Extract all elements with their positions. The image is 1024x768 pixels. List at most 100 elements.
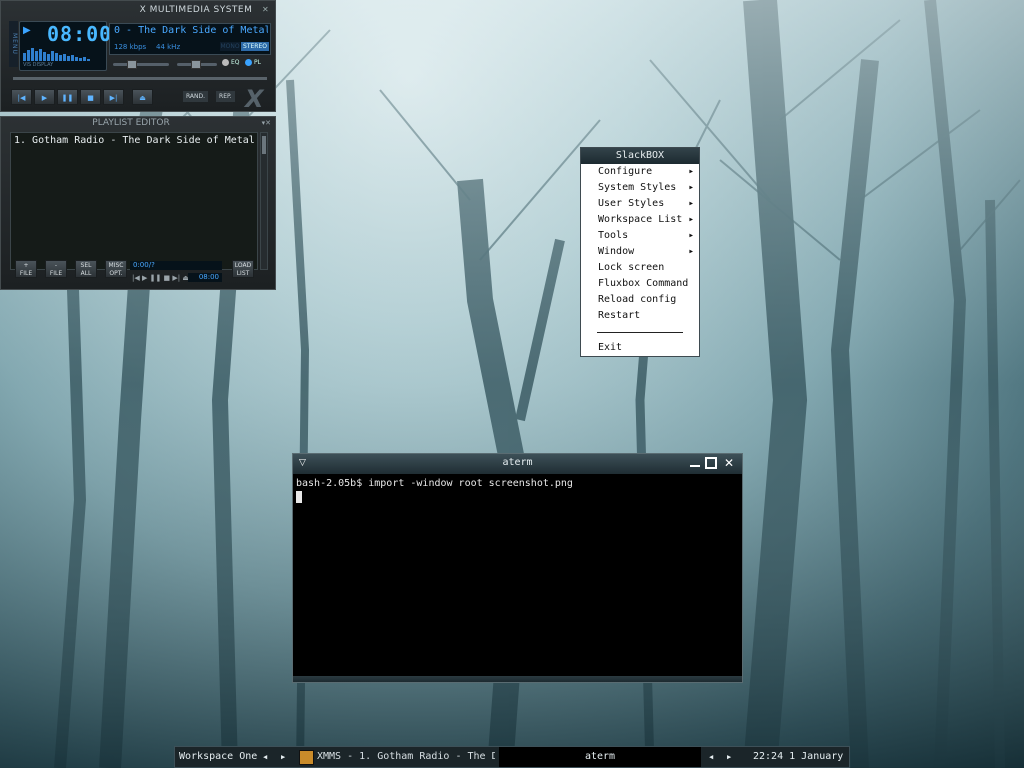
focused-window-label[interactable]: aterm (499, 747, 701, 767)
spectrum-visualizer[interactable] (23, 45, 101, 61)
shuffle-repeat: RAND. REP. (183, 91, 243, 102)
misc-options-button[interactable]: MISC OPT. (105, 260, 127, 278)
xmms-menu-tab[interactable]: MENU (9, 21, 18, 67)
menu-item-reload-config[interactable]: Reload config (581, 292, 699, 308)
scroll-thumb[interactable] (262, 136, 266, 154)
stop-button[interactable]: ■ (80, 89, 101, 105)
menu-item-label: Restart (598, 310, 641, 321)
menu-item-system-styles[interactable]: System Styles ▶ (581, 180, 699, 196)
pl-led-icon (245, 59, 252, 66)
minimize-icon[interactable] (690, 456, 700, 467)
add-file-button[interactable]: + FILE (15, 260, 37, 278)
menu-item-label: Configure (598, 166, 653, 177)
terminal-title: aterm (502, 457, 533, 468)
menu-item-label: Reload config (598, 294, 677, 305)
menu-item-tools[interactable]: Tools ▶ (581, 228, 699, 244)
close-icon[interactable]: ✕ (722, 456, 736, 470)
xmms-logo[interactable]: X (245, 85, 264, 113)
menu-item-window[interactable]: Window ▶ (581, 244, 699, 260)
menu-item-exit[interactable]: Exit (581, 340, 699, 356)
playlist-editor-window[interactable]: PLAYLIST EDITOR ▾✕ 1. Gotham Radio - The… (0, 116, 276, 290)
seek-bar[interactable] (13, 77, 267, 80)
eq-led-icon (222, 59, 229, 66)
load-label: LOAD (234, 262, 252, 269)
terminal-window[interactable]: ▽ aterm ✕ bash-2.05b$ import -window roo… (292, 453, 743, 683)
workspace-name[interactable]: Workspace One (179, 747, 257, 767)
menu-item-label: Workspace List (598, 214, 683, 225)
pause-icon: ❚❚ (61, 94, 74, 102)
song-title-scroller[interactable]: 0 - The Dark Side of Metal (Liv (114, 25, 268, 36)
xmms-title: X MULTIMEDIA SYSTEM (139, 5, 253, 15)
pl-toggle[interactable]: PL (245, 59, 261, 66)
volume-knob[interactable] (127, 60, 137, 69)
task-xmms[interactable]: XMMS - 1. Gotham Radio - The Dark (317, 747, 495, 767)
xmms-task-icon[interactable] (299, 750, 314, 765)
close-icon[interactable]: ▾✕ (262, 119, 271, 127)
next-button[interactable]: ▶| (103, 89, 124, 105)
submenu-arrow-icon: ▶ (689, 168, 693, 175)
remove-label: - (54, 262, 58, 269)
menu-item-label: Tools (598, 230, 629, 241)
menu-item-label: User Styles (598, 198, 665, 209)
menu-separator (597, 332, 683, 333)
mini-transport-controls[interactable]: |◀ ▶ ❚❚ ■ ▶| ⏏ (132, 274, 189, 282)
eq-toggle[interactable]: EQ (222, 59, 240, 66)
terminal-prompt-line: bash-2.05b$ import -window root screensh… (296, 478, 573, 489)
prev-button[interactable]: |◀ (11, 89, 32, 105)
maximize-icon[interactable] (705, 457, 717, 469)
file-label: FILE (49, 270, 63, 277)
submenu-arrow-icon: ▶ (689, 200, 693, 207)
shuffle-button[interactable]: RAND. (183, 91, 209, 102)
samplerate: 44 kHz (156, 43, 181, 51)
play-button[interactable]: ▶ (34, 89, 55, 105)
window-buttons: ✕ (690, 456, 736, 470)
playlist-item[interactable]: 1. Gotham Radio - The Dark Side of Metal… (14, 135, 256, 146)
menu-item-restart[interactable]: Restart (581, 308, 699, 324)
submenu-arrow-icon: ▶ (689, 216, 693, 223)
misc-label: MISC (108, 262, 124, 269)
menu-item-lock-screen[interactable]: Lock screen (581, 260, 699, 276)
terminal-titlebar[interactable]: ▽ aterm ✕ (293, 454, 742, 474)
xmms-main-window[interactable]: X MULTIMEDIA SYSTEM ✕ MENU ▶ 08:00 VIS D… (0, 0, 276, 113)
playlist-buttons: + FILE - FILE SEL ALL MISC OPT. (15, 260, 127, 278)
playlist-list[interactable]: 1. Gotham Radio - The Dark Side of Metal… (10, 132, 258, 270)
load-list-button[interactable]: LOAD LIST (232, 260, 254, 278)
eject-button[interactable]: ⏏ (132, 89, 153, 105)
volume-slider[interactable] (113, 63, 169, 66)
prev-workspace-icon[interactable]: ◀ (263, 747, 267, 767)
playlist-scrollbar[interactable] (260, 132, 268, 270)
submenu-arrow-icon: ▶ (689, 248, 693, 255)
balance-knob[interactable] (191, 60, 201, 69)
bitrate: 128 kbps (114, 43, 147, 51)
menu-item-label: Fluxbox Command (598, 278, 689, 289)
next-window-icon[interactable]: ▶ (727, 747, 731, 767)
play-icon: ▶ (41, 94, 48, 102)
pl-label: PL (254, 59, 261, 66)
transport-controls: |◀ ▶ ❚❚ ■ ▶| ⏏ (11, 89, 153, 106)
next-icon: ▶| (109, 94, 118, 102)
root-menu[interactable]: SlackBOX Configure ▶ System Styles ▶ User … (580, 147, 700, 357)
select-all-button[interactable]: SEL ALL (75, 260, 97, 278)
all-label: ALL (80, 270, 92, 277)
window-handle[interactable] (293, 676, 742, 682)
remove-file-button[interactable]: - FILE (45, 260, 67, 278)
playlist-time-small: 08:00 (188, 273, 222, 282)
toolbar-clock: 22:24 1 January (753, 751, 844, 762)
close-icon[interactable]: ✕ (262, 5, 271, 14)
menu-item-workspace-list[interactable]: Workspace List ▶ (581, 212, 699, 228)
eject-icon: ⏏ (139, 94, 146, 102)
menu-item-configure[interactable]: Configure ▶ (581, 164, 699, 180)
eq-label: EQ (231, 59, 240, 66)
elapsed-time[interactable]: 08:00 (47, 22, 112, 46)
playlist-title: PLAYLIST EDITOR (92, 118, 170, 128)
menu-item-fluxbox-command[interactable]: Fluxbox Command (581, 276, 699, 292)
terminal-content[interactable]: bash-2.05b$ import -window root screensh… (293, 474, 742, 510)
prev-icon: |◀ (17, 94, 26, 102)
menu-item-user-styles[interactable]: User Styles ▶ (581, 196, 699, 212)
prev-window-icon[interactable]: ◀ (709, 747, 713, 767)
next-workspace-icon[interactable]: ▶ (281, 747, 285, 767)
repeat-button[interactable]: REP. (216, 91, 235, 102)
vis-label: VIS DISPLAY (23, 62, 54, 68)
song-info-display: 0 - The Dark Side of Metal (Liv 128 kbps… (109, 23, 271, 55)
pause-button[interactable]: ❚❚ (57, 89, 78, 105)
